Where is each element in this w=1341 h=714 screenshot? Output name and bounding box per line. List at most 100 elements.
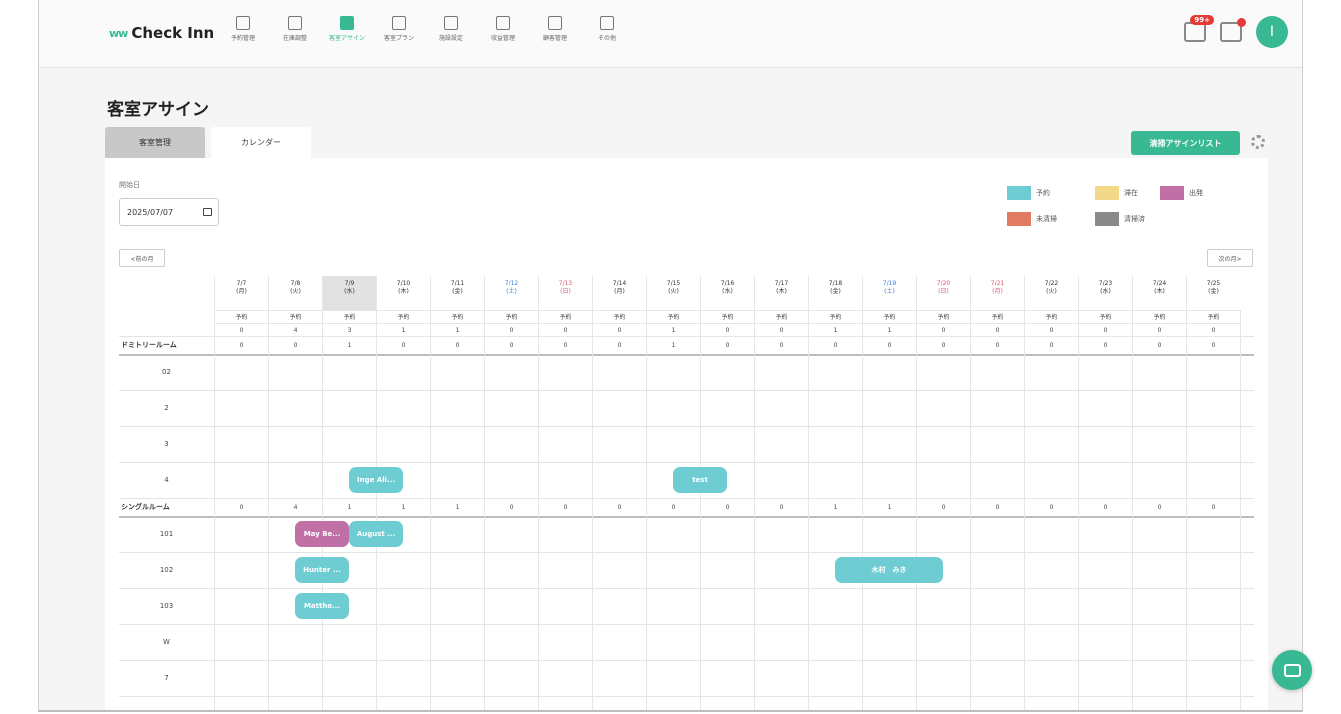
category-count-cell: 0: [538, 498, 592, 516]
app-window: ww Check Inn 予約管理 在庫調整 客室アサイン 客室プラン施設設定 収益管理…: [38, 0, 1303, 712]
app-logo[interactable]: ww Check Inn: [109, 24, 214, 42]
reservation-block[interactable]: test: [673, 467, 727, 493]
date-label: 7/11: [450, 280, 465, 287]
nav-label: 施設設定: [438, 35, 463, 42]
column-divider: [1132, 310, 1133, 710]
column-divider: [1186, 310, 1187, 710]
chat-support-button[interactable]: [1272, 650, 1312, 690]
day-of-week: (月): [992, 288, 1003, 295]
total-count-cell: 1: [808, 323, 862, 336]
date-header: 7/12 (土): [484, 276, 538, 310]
total-count-cell: 0: [700, 323, 754, 336]
status-cell: 予約: [646, 310, 700, 323]
date-label: 7/17: [774, 280, 789, 287]
column-divider: [538, 310, 539, 710]
date-header: 7/24 (木): [1132, 276, 1186, 310]
nav-item[interactable]: 在庫調整: [269, 16, 321, 42]
day-of-week: (水): [1100, 288, 1111, 295]
date-header: 7/16 (水): [700, 276, 754, 310]
previous-month-button[interactable]: <前の月: [119, 249, 165, 267]
legend-item: 出発: [1160, 186, 1240, 200]
reservation-block[interactable]: Hunter ...: [295, 557, 349, 583]
cleaning-assign-list-button[interactable]: 清掃アサインリスト: [1131, 131, 1240, 155]
category-count-cell: 1: [322, 498, 376, 516]
date-label: 7/8: [290, 280, 301, 287]
total-count-cell: 0: [1132, 323, 1186, 336]
legend-item: 予約: [1007, 186, 1095, 200]
category-count-cell: 1: [322, 336, 376, 354]
category-count-cell: 0: [1024, 336, 1078, 354]
column-divider: [484, 310, 485, 710]
room-label: W: [163, 638, 170, 646]
column-divider: [862, 310, 863, 710]
category-count-cell: 1: [646, 336, 700, 354]
category-count-cell: 0: [970, 336, 1024, 354]
column-divider: [970, 310, 971, 710]
category-count-cell: 0: [862, 336, 916, 354]
reservation-block[interactable]: August ...: [349, 521, 403, 547]
category-count-cell: 0: [754, 498, 808, 516]
category-count-cell: 0: [214, 498, 268, 516]
nav-item[interactable]: 収益管理: [477, 16, 529, 42]
date-header: 7/20 (日): [916, 276, 970, 310]
nav-item[interactable]: 客室プラン: [373, 16, 425, 42]
start-date-input[interactable]: 2025/07/07: [119, 198, 219, 226]
status-cell: 予約: [1024, 310, 1078, 323]
settings-gear-icon[interactable]: [1251, 135, 1265, 149]
category-count-cell: 1: [862, 498, 916, 516]
category-count-cell: 0: [1024, 498, 1078, 516]
plan-icon: [392, 16, 406, 30]
next-month-button[interactable]: 次の月>: [1207, 249, 1253, 267]
day-of-week: (日): [560, 288, 571, 295]
reservation-block[interactable]: 木村 みき: [835, 557, 943, 583]
date-header: 7/23 (水): [1078, 276, 1132, 310]
day-of-week: (水): [722, 288, 733, 295]
date-header: 7/25 (金): [1186, 276, 1240, 310]
tab-calendar[interactable]: カレンダー: [211, 127, 311, 158]
day-of-week: (水): [344, 288, 355, 295]
date-header: 7/9 (水): [322, 276, 376, 310]
header-actions: 99+ I: [1184, 15, 1288, 48]
date-header: 7/7 (月): [214, 276, 268, 310]
user-avatar[interactable]: I: [1256, 16, 1288, 48]
nav-item[interactable]: 客室アサイン: [321, 16, 373, 42]
room-label: 103: [159, 602, 174, 610]
tab-room-management[interactable]: 客室管理: [105, 127, 205, 158]
column-divider: [1078, 310, 1079, 710]
nav-item[interactable]: その他: [581, 16, 633, 42]
category-count-cell: 1: [808, 498, 862, 516]
calendar-picker-icon[interactable]: [203, 208, 212, 216]
column-divider: [1024, 310, 1025, 710]
total-count-cell: 1: [376, 323, 430, 336]
day-of-week: (木): [1154, 288, 1165, 295]
total-count-cell: 0: [1186, 323, 1240, 336]
nav-item[interactable]: 施設設定: [425, 16, 477, 42]
nav-item[interactable]: 予約管理: [217, 16, 269, 42]
category-count-cell: 0: [538, 336, 592, 354]
day-of-week: (火): [668, 288, 679, 295]
status-cell: 予約: [268, 310, 322, 323]
announcements-icon[interactable]: [1220, 18, 1246, 42]
day-of-week: (月): [236, 288, 247, 295]
day-of-week: (金): [830, 288, 841, 295]
reservation-block[interactable]: May Be...: [295, 521, 349, 547]
reservation-block[interactable]: Matthe...: [295, 593, 349, 619]
room-row-divider: [119, 624, 1254, 625]
nav-item[interactable]: 顧客管理: [529, 16, 581, 42]
status-cell: 予約: [808, 310, 862, 323]
room-row-divider: [119, 390, 1254, 391]
category-count-cell: 0: [484, 336, 538, 354]
app-name: Check Inn: [131, 24, 215, 42]
notifications-icon[interactable]: 99+: [1184, 15, 1214, 42]
total-count-cell: 0: [538, 323, 592, 336]
main-nav: 予約管理 在庫調整 客室アサイン 客室プラン 施設設定 収益管理 顧客管理 その他: [217, 16, 633, 42]
reservation-block[interactable]: Inge Ali...: [349, 467, 403, 493]
start-date-label: 開始日: [119, 181, 140, 189]
column-divider: [376, 310, 377, 710]
room-row-divider: [119, 588, 1254, 589]
total-count-cell: 0: [970, 323, 1024, 336]
legend-swatch: [1095, 186, 1119, 200]
total-count-cell: 0: [592, 323, 646, 336]
date-label: 7/21: [990, 280, 1005, 287]
status-cell: 予約: [1132, 310, 1186, 323]
